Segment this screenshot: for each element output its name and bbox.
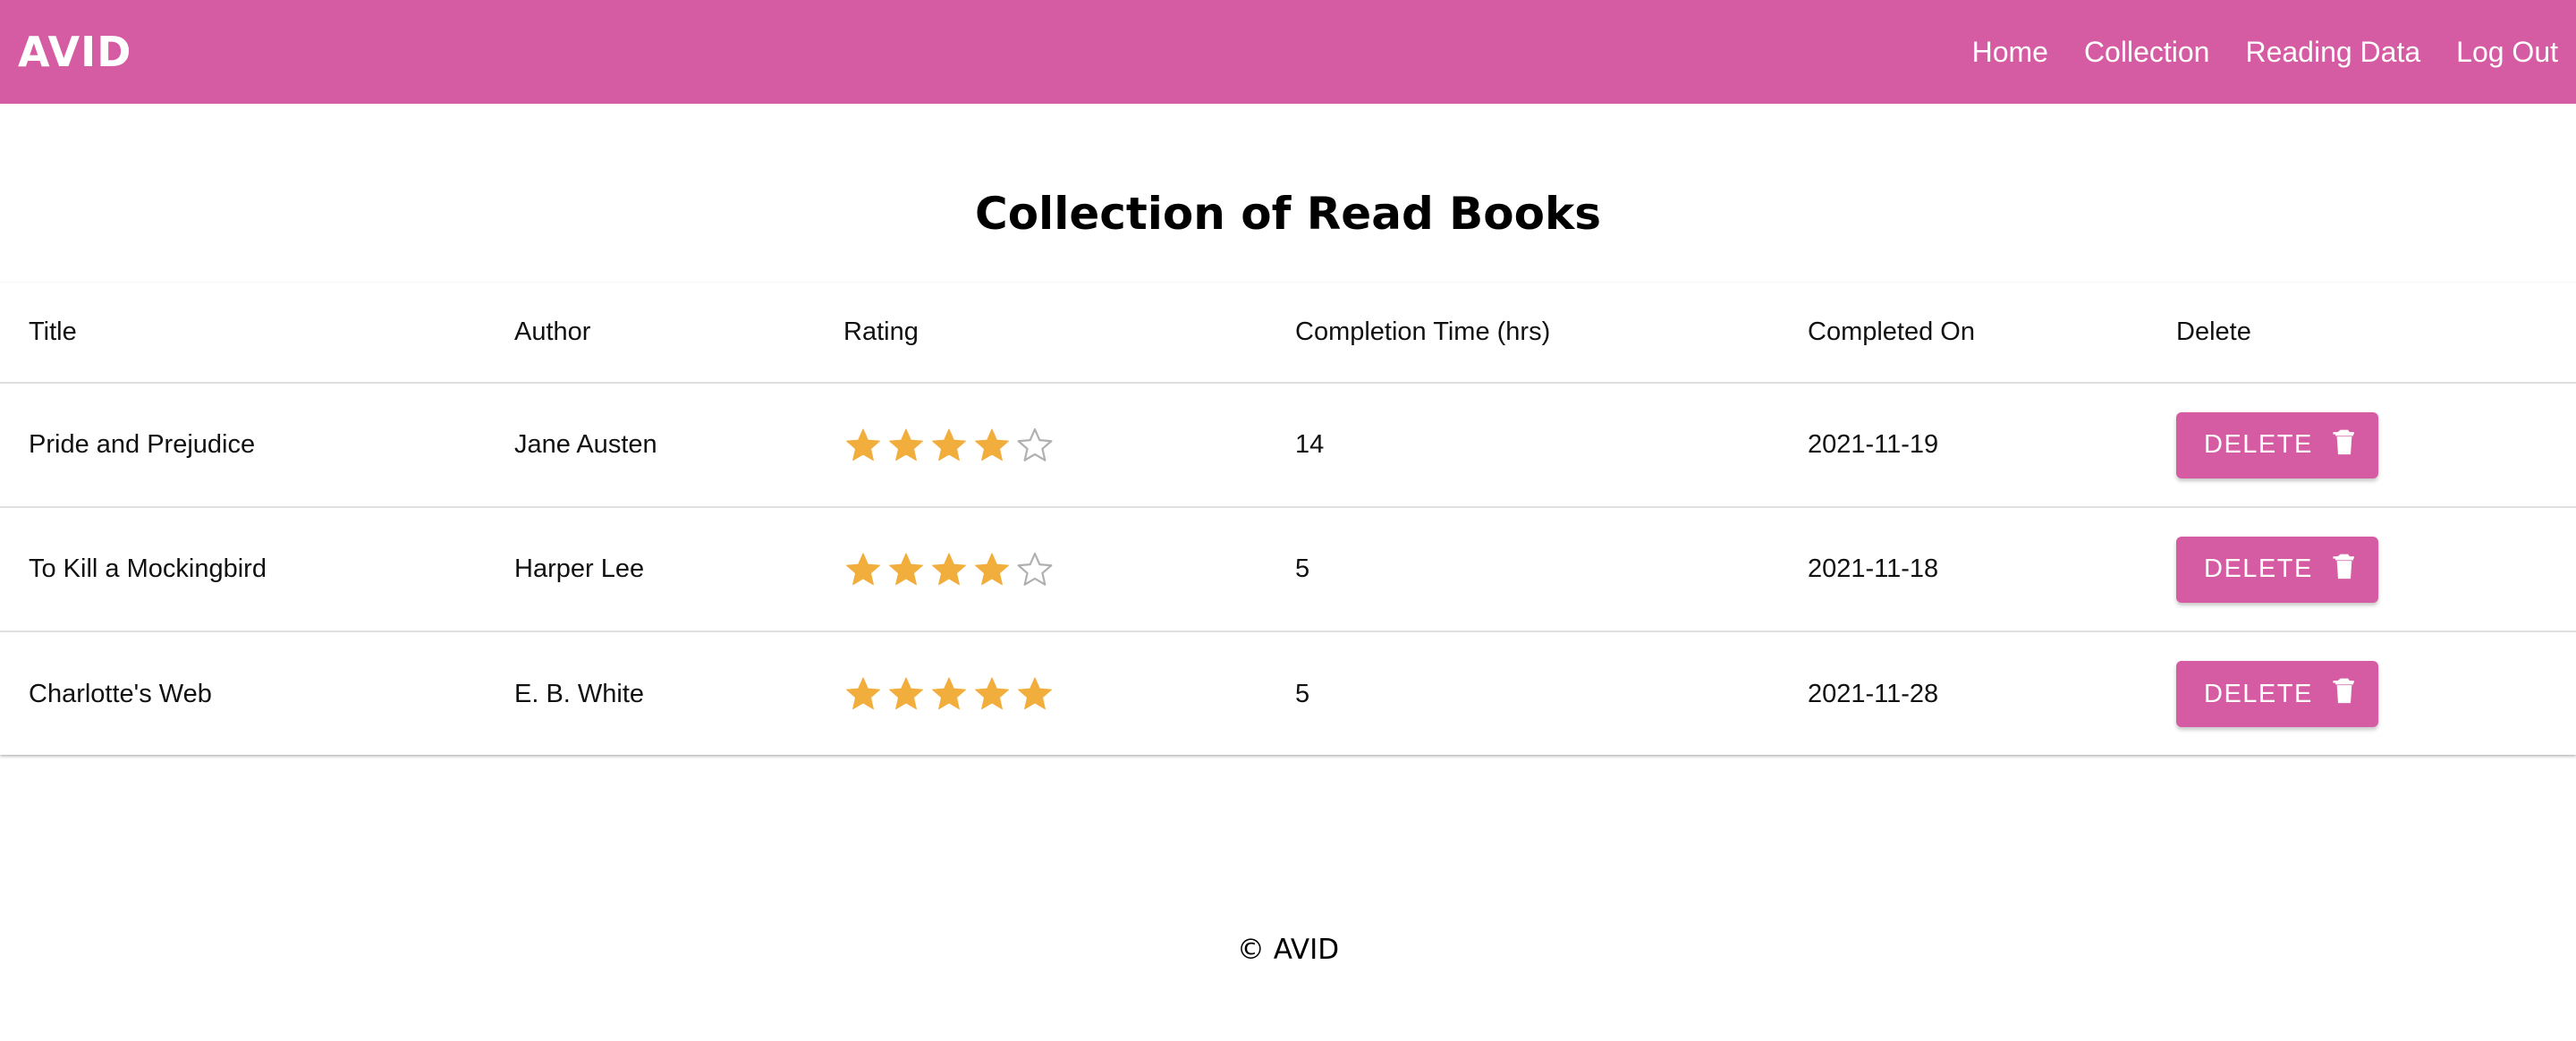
star-icon[interactable] [886, 550, 926, 589]
cell-rating [815, 631, 1267, 756]
books-table: Title Author Rating Completion Time (hrs… [0, 283, 2576, 756]
star-rating[interactable] [843, 674, 1055, 714]
star-rating[interactable] [843, 426, 1055, 465]
delete-button[interactable]: DELETE [2176, 411, 2378, 478]
header-title: Title [0, 283, 486, 384]
delete-button[interactable]: DELETE [2176, 536, 2378, 603]
cell-rating [815, 383, 1267, 508]
star-icon[interactable] [972, 550, 1012, 589]
cell-title: Pride and Prejudice [0, 383, 486, 508]
table-row: Charlotte's Web E. B. White 5 2021-11-28… [0, 631, 2576, 756]
cell-completed-on: 2021-11-28 [1808, 679, 1939, 708]
header-completion-time: Completion Time (hrs) [1267, 283, 1779, 384]
delete-button[interactable]: DELETE [2176, 661, 2378, 727]
nav-link-log-out[interactable]: Log Out [2456, 36, 2558, 69]
cell-author: Jane Austen [486, 383, 815, 508]
star-icon[interactable] [843, 550, 883, 589]
nav-links: Home Collection Reading Data Log Out [1972, 36, 2558, 69]
trash-icon [2333, 677, 2356, 711]
star-rating[interactable] [843, 550, 1055, 589]
table-body: Pride and Prejudice Jane Austen 14 2021-… [0, 383, 2576, 756]
trash-icon [2333, 553, 2356, 587]
cell-completion-time: 5 [1267, 507, 1779, 632]
star-icon[interactable] [886, 426, 926, 465]
cell-completion-time: 5 [1295, 679, 1310, 708]
cell-rating [815, 507, 1267, 632]
star-outline-icon[interactable] [1015, 550, 1055, 589]
cell-delete: DELETE [2148, 383, 2576, 508]
header-completed-on: Completed On [1779, 283, 2148, 384]
star-icon[interactable] [972, 674, 1012, 714]
cell-author: Harper Lee [486, 507, 815, 632]
cell-delete: DELETE [2148, 631, 2576, 756]
star-icon[interactable] [929, 674, 969, 714]
cell-title: To Kill a Mockingbird [0, 507, 486, 632]
table-row: Pride and Prejudice Jane Austen 14 2021-… [0, 383, 2576, 508]
star-icon[interactable] [843, 426, 883, 465]
cell-completed-on: 2021-11-19 [1779, 383, 2148, 508]
footer-copyright: © AVID [1236, 934, 1340, 966]
star-icon[interactable] [929, 550, 969, 589]
nav-link-collection[interactable]: Collection [2084, 36, 2210, 69]
header-delete: Delete [2148, 283, 2576, 384]
star-icon[interactable] [843, 674, 883, 714]
table-row: To Kill a Mockingbird Harper Lee 5 2021-… [0, 507, 2576, 632]
delete-button-label: DELETE [2204, 554, 2313, 583]
table-header-row: Title Author Rating Completion Time (hrs… [0, 283, 2576, 384]
cell-author: E. B. White [514, 679, 645, 708]
cell-completed-on: 2021-11-18 [1779, 507, 2148, 632]
top-navbar: AVID Home Collection Reading Data Log Ou… [0, 0, 2576, 104]
page-title: Collection of Read Books [975, 188, 1601, 240]
star-icon[interactable] [972, 426, 1012, 465]
delete-button-label: DELETE [2204, 430, 2313, 459]
delete-button-label: DELETE [2204, 679, 2313, 708]
trash-icon [2333, 428, 2356, 462]
star-icon[interactable] [886, 674, 926, 714]
brand-logo[interactable]: AVID [18, 28, 131, 76]
nav-link-home[interactable]: Home [1972, 36, 2048, 69]
star-outline-icon[interactable] [1015, 426, 1055, 465]
star-icon[interactable] [929, 426, 969, 465]
cell-completion-time: 14 [1267, 383, 1779, 508]
header-author: Author [486, 283, 815, 384]
header-rating: Rating [815, 283, 1267, 384]
cell-title: Charlotte's Web [29, 679, 212, 708]
nav-link-reading-data[interactable]: Reading Data [2245, 36, 2420, 69]
cell-delete: DELETE [2148, 507, 2576, 632]
books-table-card: Title Author Rating Completion Time (hrs… [0, 283, 2576, 755]
star-icon[interactable] [1015, 674, 1055, 714]
